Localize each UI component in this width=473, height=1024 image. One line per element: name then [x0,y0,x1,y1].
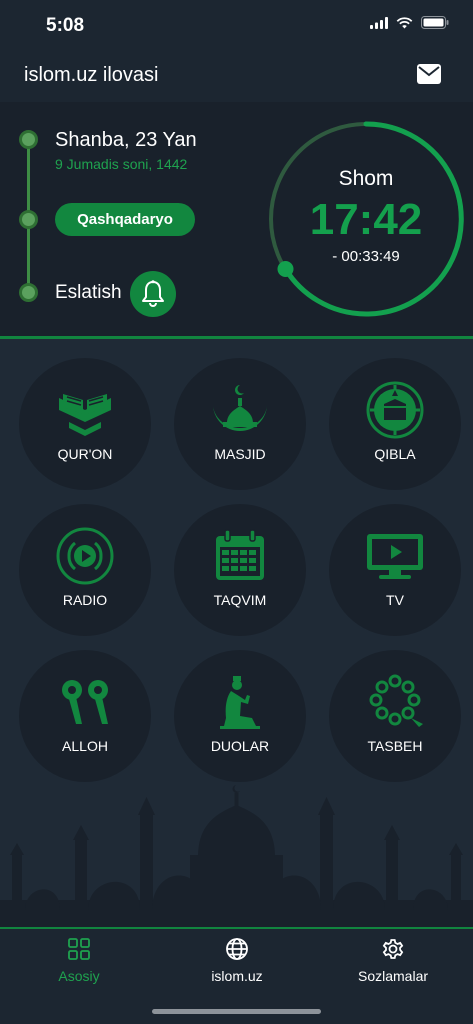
menu-tile-taqvim[interactable]: TAQVIM [174,504,306,636]
menu-tile-tv[interactable]: TV [329,504,461,636]
status-icons [370,16,449,29]
menu-tile-tasbeh[interactable]: TASBEH [329,650,461,782]
timeline-dot-region [19,210,38,229]
grid-icon [68,938,90,960]
prayer-time-panel: Shanba, 23 Yan 9 Jumadis soni, 1442 Qash… [0,102,473,339]
tab-asosiy[interactable]: Asosiy [9,937,149,997]
mosque-skyline-decoration [0,785,473,927]
mosque-icon [213,385,267,431]
timeline-dot-remind [19,283,38,302]
home-indicator[interactable] [152,1009,321,1014]
menu-label-quron: QUR'ON [57,446,113,462]
remind-bell-button[interactable] [130,271,176,317]
qibla-compass-icon [366,381,424,439]
battery-icon [421,16,449,29]
menu-label-tv: TV [386,592,404,608]
wifi-icon [396,16,413,28]
quran-icon [59,394,111,436]
globe-icon [226,938,248,960]
calendar-icon [216,529,264,580]
timeline-dot-date [19,130,38,149]
menu-tile-qibla[interactable]: QIBLA [329,358,461,490]
radio-icon [56,527,114,585]
menu-label-radio: RADIO [62,592,108,608]
tv-icon [367,534,423,579]
tab-islom-uz[interactable]: islom.uz [167,937,307,997]
remind-label: Eslatish [55,282,122,303]
prayer-countdown: - 00:33:49 [332,248,400,265]
mail-button[interactable] [417,64,441,86]
app-header: islom.uz ilovasi [0,50,473,102]
current-prayer-time: 17:42 [309,195,423,244]
menu-tile-alloh[interactable]: ALLOH [19,650,151,782]
hijri-date: 9 Jumadis soni, 1442 [55,156,188,172]
menu-label-taqvim: TAQVIM [213,592,267,608]
menu-label-qibla: QIBLA [374,446,416,462]
menu-tile-radio[interactable]: RADIO [19,504,151,636]
mail-icon [417,64,441,84]
signal-icon [370,16,388,29]
ninety-nine-names-icon [62,680,108,724]
menu-tile-duolar[interactable]: DUOLAR [174,650,306,782]
bell-icon [142,280,164,307]
gear-icon [382,939,404,959]
gregorian-date: Shanba, 23 Yan [55,129,197,151]
menu-tile-masjid[interactable]: MASJID [174,358,306,490]
current-prayer-name: Shom [338,167,394,190]
tab-sozlamalar[interactable]: Sozlamalar [323,937,463,997]
region-button[interactable]: Qashqadaryo [55,203,195,236]
tab-label-asosiy: Asosiy [58,968,100,984]
menu-tile-quron[interactable]: QUR'ON [19,358,151,490]
app-title: islom.uz ilovasi [24,64,159,86]
menu-label-duolar: DUOLAR [210,738,270,754]
tab-label-islom-uz: islom.uz [211,968,263,984]
status-bar: 5:08 [0,0,473,50]
menu-label-tasbeh: TASBEH [367,738,423,754]
menu-label-masjid: MASJID [214,446,266,462]
prayer-progress-ring: Shom 17:42 - 00:33:49 [268,121,464,317]
status-time: 5:08 [46,15,85,36]
praying-man-icon [220,676,260,729]
tasbeh-beads-icon [369,674,423,727]
tab-label-sozlamalar: Sozlamalar [357,968,429,984]
menu-label-alloh: ALLOH [62,738,108,754]
